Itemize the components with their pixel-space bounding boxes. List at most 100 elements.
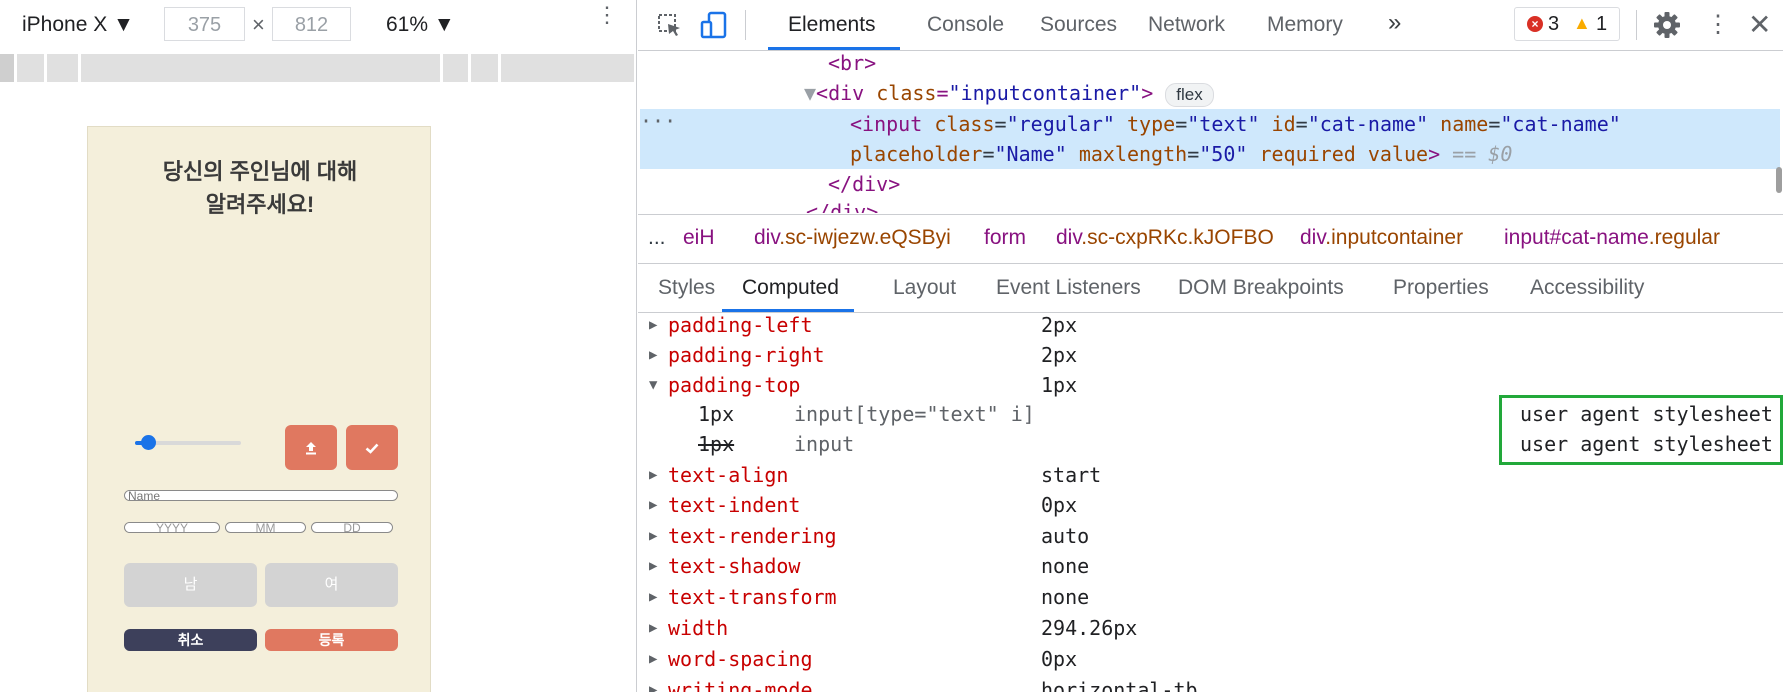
zoom-value: 61%	[386, 13, 429, 36]
collapse-arrow-icon[interactable]: ▼	[804, 81, 816, 105]
expand-arrow-icon[interactable]: ▶	[649, 490, 657, 520]
expand-arrow-icon[interactable]: ▶	[649, 313, 657, 340]
computed-property-row[interactable]: ▶ width 294.26px	[638, 613, 1783, 643]
computed-property-row[interactable]: ▶ word-spacing 0px	[638, 644, 1783, 674]
active-tab-indicator	[768, 47, 900, 50]
expand-arrow-icon[interactable]: ▶	[649, 521, 657, 551]
expand-arrow-icon[interactable]: ▶	[649, 460, 657, 490]
computed-property-row[interactable]: ▶ text-rendering auto	[638, 521, 1783, 551]
size-slider-thumb[interactable]	[140, 435, 156, 450]
dom-line-inputcontainer[interactable]: ▼<div class="inputcontainer"> flex	[804, 78, 1214, 108]
dom-line-input-cont[interactable]: placeholder="Name" maxlength="50" requir…	[850, 139, 1512, 169]
collapse-arrow-icon[interactable]: ▼	[649, 370, 657, 400]
dom-scrollbar[interactable]	[1776, 167, 1782, 193]
computed-property-row[interactable]: ▶ padding-right 2px	[638, 340, 1783, 370]
expand-arrow-icon[interactable]: ▶	[649, 644, 657, 674]
breadcrumb-item[interactable]: eiH	[683, 226, 715, 250]
tab-layout[interactable]: Layout	[893, 276, 956, 300]
tab-accessibility[interactable]: Accessibility	[1530, 276, 1644, 300]
expand-arrow-icon[interactable]: ▶	[649, 582, 657, 612]
breadcrumb-more-icon[interactable]: ...	[648, 226, 666, 250]
upload-icon	[306, 441, 316, 455]
device-height-field[interactable]: 812	[272, 7, 351, 41]
breadcrumb-item-current[interactable]: input#cat-name.regular	[1504, 226, 1720, 250]
device-emulation-pane: iPhone X ▼ 375 × 812 61% ▼ ⋮ 당신의 주인님에 대해…	[0, 0, 637, 692]
male-button[interactable]: 남	[124, 563, 257, 607]
device-name: iPhone X	[22, 13, 108, 36]
chevron-down-icon: ▼	[433, 13, 455, 36]
div-tag: div	[828, 81, 865, 105]
breadcrumb-item[interactable]: div.sc-cxpRKc.kJOFBO	[1056, 226, 1274, 250]
computed-properties-list: ▶ padding-left 2px ▶ padding-right 2px ▼…	[638, 313, 1783, 692]
warning-icon: ▲	[1573, 13, 1591, 33]
kebab-icon[interactable]: ⋮	[1706, 10, 1730, 39]
confirm-photo-button[interactable]	[346, 425, 398, 470]
breadcrumb-item[interactable]: div.inputcontainer	[1300, 226, 1463, 250]
br-tag: <br>	[828, 51, 877, 75]
dom-tree: <br> ▼<div class="inputcontainer"> flex …	[638, 51, 1783, 213]
tab-computed[interactable]: Computed	[742, 276, 839, 300]
expand-arrow-icon[interactable]: ▶	[649, 551, 657, 581]
computed-property-row[interactable]: ▶ padding-left 2px	[638, 313, 1783, 340]
device-width-field[interactable]: 375	[164, 7, 245, 41]
active-subtab-indicator	[722, 309, 854, 312]
expand-arrow-icon[interactable]: ▶	[649, 675, 657, 692]
highlight-annotation-box	[1499, 395, 1783, 465]
phone-viewport: 당신의 주인님에 대해 알려주세요! Name YYYY MM DD 남 여 취…	[87, 126, 431, 692]
month-input[interactable]: MM	[225, 522, 306, 534]
breadcrumb-item[interactable]: div.sc-iwjezw.eQSByi	[754, 226, 951, 250]
dom-line-br[interactable]: <br>	[828, 51, 876, 78]
error-icon: ×	[1527, 16, 1543, 32]
tab-styles[interactable]: Styles	[658, 276, 715, 300]
dimension-times: ×	[252, 12, 265, 37]
attr-value: inputcontainer	[960, 81, 1130, 105]
issues-badge[interactable]: × 3 ▲ 1	[1514, 7, 1620, 41]
zoom-select[interactable]: 61% ▼	[386, 13, 455, 37]
device-select[interactable]: iPhone X ▼	[22, 13, 134, 37]
tab-console[interactable]: Console	[927, 13, 1004, 37]
tab-properties[interactable]: Properties	[1393, 276, 1489, 300]
page-title-line1: 당신의 주인님에 대해	[162, 159, 358, 184]
female-button[interactable]: 여	[265, 563, 398, 607]
media-query-ruler[interactable]	[0, 54, 634, 82]
input-tag: input	[862, 112, 923, 136]
devtools-tabbar: Elements Console Sources Network Memory …	[638, 0, 1783, 51]
dom-line-input[interactable]: <input class="regular" type="text" id="c…	[850, 109, 1621, 139]
sidebar-tabbar: Styles Computed Layout Event Listeners D…	[638, 264, 1783, 313]
dom-line-close-div[interactable]: </div>	[828, 169, 900, 199]
name-input[interactable]: Name	[124, 490, 398, 502]
error-count: 3	[1548, 13, 1560, 35]
node-menu-icon[interactable]: ···	[640, 106, 676, 136]
tab-elements[interactable]: Elements	[788, 13, 876, 37]
close-icon[interactable]: ✕	[1748, 8, 1771, 41]
expand-arrow-icon[interactable]: ▶	[649, 613, 657, 643]
chevron-down-icon: ▼	[113, 13, 134, 36]
computed-property-row[interactable]: ▶ text-transform none	[638, 582, 1783, 612]
flex-badge[interactable]: flex	[1165, 82, 1214, 107]
day-input[interactable]: DD	[311, 522, 393, 534]
submit-button[interactable]: 등록	[265, 629, 398, 651]
computed-property-row[interactable]: ▶ text-shadow none	[638, 551, 1783, 581]
device-toggle-icon[interactable]	[700, 10, 728, 42]
check-icon	[365, 443, 379, 454]
inspect-icon[interactable]	[656, 12, 684, 40]
close-div-tag: </div>	[828, 172, 901, 196]
device-toolbar: iPhone X ▼ 375 × 812 61% ▼ ⋮	[0, 0, 636, 50]
breadcrumb: ... eiH div.sc-iwjezw.eQSByi form div.sc…	[638, 214, 1783, 264]
more-tabs-icon[interactable]: »	[1388, 9, 1401, 37]
computed-property-row[interactable]: ▶ text-indent 0px	[638, 490, 1783, 520]
upload-button[interactable]	[285, 425, 337, 470]
tab-memory[interactable]: Memory	[1267, 13, 1343, 37]
settings-icon[interactable]	[1652, 10, 1682, 40]
expand-arrow-icon[interactable]: ▶	[649, 340, 657, 370]
tab-dom-breakpoints[interactable]: DOM Breakpoints	[1178, 276, 1344, 300]
tab-sources[interactable]: Sources	[1040, 13, 1117, 37]
breadcrumb-item[interactable]: form	[984, 226, 1026, 250]
computed-property-row[interactable]: ▶ writing-mode horizontal-tb	[638, 675, 1783, 692]
kebab-icon[interactable]: ⋮	[596, 4, 618, 26]
tab-network[interactable]: Network	[1148, 13, 1225, 37]
tab-event-listeners[interactable]: Event Listeners	[996, 276, 1141, 300]
selected-marker: == $0	[1452, 142, 1513, 166]
cancel-button[interactable]: 취소	[124, 629, 257, 651]
year-input[interactable]: YYYY	[124, 522, 220, 534]
